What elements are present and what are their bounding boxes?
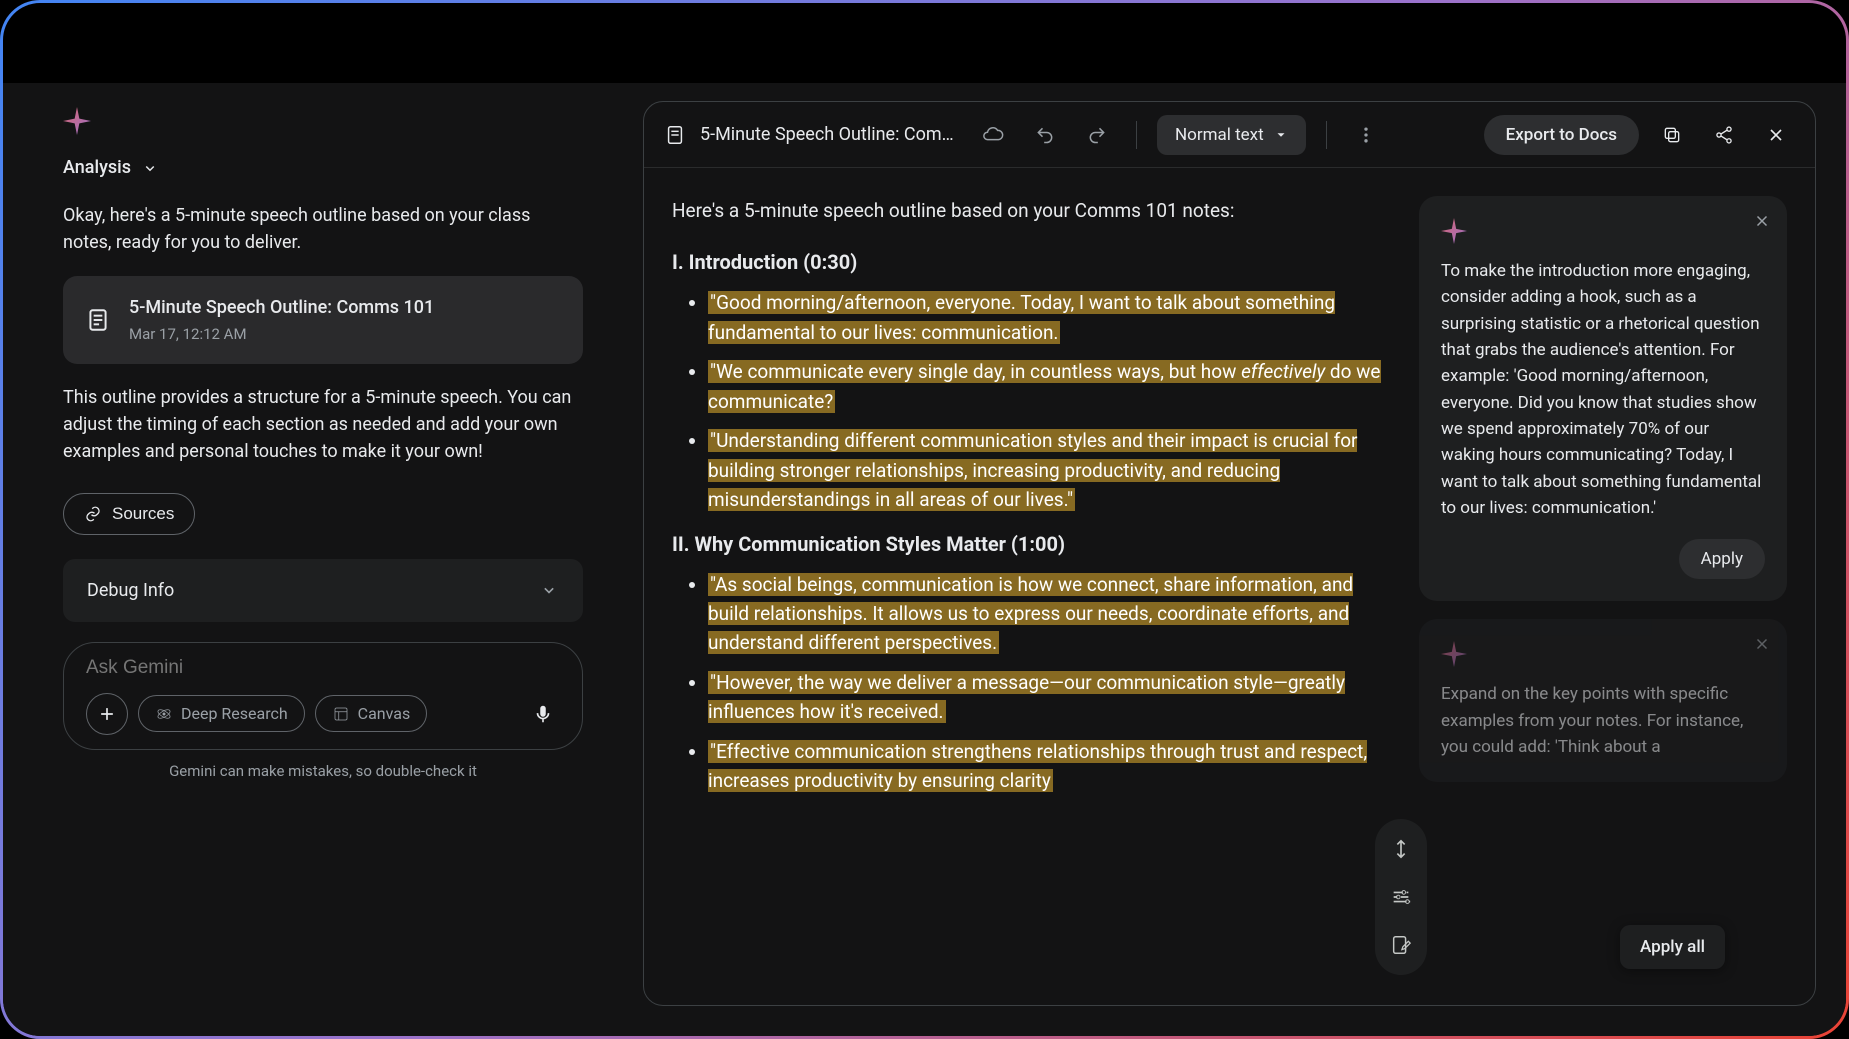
add-button[interactable] [86,693,128,735]
export-to-docs-button[interactable]: Export to Docs [1484,115,1639,155]
copy-icon [1662,125,1682,145]
doc-card-meta: Mar 17, 12:12 AM [129,323,434,346]
doc-heading-1: I. Introduction (0:30) [672,247,1389,278]
undo-button[interactable] [1026,116,1064,154]
suggestions-column: To make the introduction more engaging, … [1419,196,1787,977]
apply-button[interactable]: Apply [1679,539,1765,579]
copy-button[interactable] [1653,116,1691,154]
canvas-chip[interactable]: Canvas [315,695,428,732]
canvas-icon [332,705,350,723]
chevron-down-icon [539,580,559,600]
chat-panel: Analysis Okay, here's a 5-minute speech … [3,83,643,1036]
list-item: "As social beings, communication is how … [708,570,1389,658]
prompt-input[interactable] [86,657,564,679]
canvas-toolbar: 5-Minute Speech Outline: Comm… Normal te… [644,102,1815,168]
close-icon [1753,635,1771,653]
edit-doc-icon [1390,934,1412,956]
caret-down-icon [1274,128,1288,142]
disclaimer-text: Gemini can make mistakes, so double-chec… [63,762,583,780]
close-icon [1766,125,1786,145]
redo-icon [1087,125,1107,145]
list-item: "Effective communication strengthens rel… [708,737,1389,796]
mic-icon [532,703,554,725]
document-content[interactable]: Here's a 5-minute speech outline based o… [672,196,1399,977]
doc-card-title: 5-Minute Speech Outline: Comms 101 [129,294,434,321]
sliders-icon [1390,886,1412,908]
close-button[interactable] [1757,116,1795,154]
link-icon [84,505,102,523]
more-button[interactable] [1347,116,1385,154]
length-icon [1390,838,1412,860]
list-item: "However, the way we deliver a message—o… [708,668,1389,727]
mic-button[interactable] [522,693,564,735]
length-slider-button[interactable] [1381,829,1421,869]
more-vert-icon [1356,125,1376,145]
prompt-input-container: Deep Research Canvas [63,642,583,750]
document-icon [664,124,686,146]
undo-icon [1035,125,1055,145]
cloud-sync-button[interactable] [974,116,1012,154]
suggestion-text: To make the introduction more engaging, … [1441,258,1765,521]
chevron-down-icon [141,159,159,177]
apply-all-button[interactable]: Apply all [1620,925,1725,969]
sources-label: Sources [112,504,174,524]
suggest-edits-button[interactable] [1381,925,1421,965]
atom-icon [155,705,173,723]
plus-icon [97,704,117,724]
canvas-title: 5-Minute Speech Outline: Comm… [700,124,960,145]
dismiss-suggestion-button[interactable] [1753,212,1771,230]
list-item: "Good morning/afternoon, everyone. Today… [708,288,1389,347]
redo-button[interactable] [1078,116,1116,154]
suggestion-card[interactable]: To make the introduction more engaging, … [1419,196,1787,601]
analysis-label: Analysis [63,157,131,178]
separator [1136,121,1137,149]
cloud-icon [982,124,1004,146]
text-style-dropdown[interactable]: Normal text [1157,115,1306,155]
dismiss-suggestion-button[interactable] [1753,635,1771,653]
canvas-side-toolbar [1375,819,1427,975]
gemini-spark-icon [63,107,91,135]
close-icon [1753,212,1771,230]
separator [1326,121,1327,149]
doc-intro: Here's a 5-minute speech outline based o… [672,196,1389,225]
analysis-toggle[interactable]: Analysis [63,157,583,178]
list-item: "We communicate every single day, in cou… [708,357,1389,416]
share-button[interactable] [1705,116,1743,154]
debug-label: Debug Info [87,577,174,604]
sources-button[interactable]: Sources [63,493,195,535]
document-card[interactable]: 5-Minute Speech Outline: Comms 101 Mar 1… [63,276,583,364]
response-intro: Okay, here's a 5-minute speech outline b… [63,202,583,256]
deep-research-chip[interactable]: Deep Research [138,695,305,732]
tune-button[interactable] [1381,877,1421,917]
document-icon [85,307,111,333]
doc-heading-2: II. Why Communication Styles Matter (1:0… [672,529,1389,560]
gemini-spark-icon [1441,218,1467,244]
suggestion-card[interactable]: Expand on the key points with specific e… [1419,619,1787,782]
response-desc: This outline provides a structure for a … [63,384,583,465]
list-item: "Understanding different communication s… [708,426,1389,514]
canvas-panel: 5-Minute Speech Outline: Comm… Normal te… [643,101,1816,1006]
share-icon [1714,125,1734,145]
debug-info-toggle[interactable]: Debug Info [63,559,583,622]
gemini-spark-icon [1441,641,1467,667]
suggestion-text: Expand on the key points with specific e… [1441,681,1765,760]
